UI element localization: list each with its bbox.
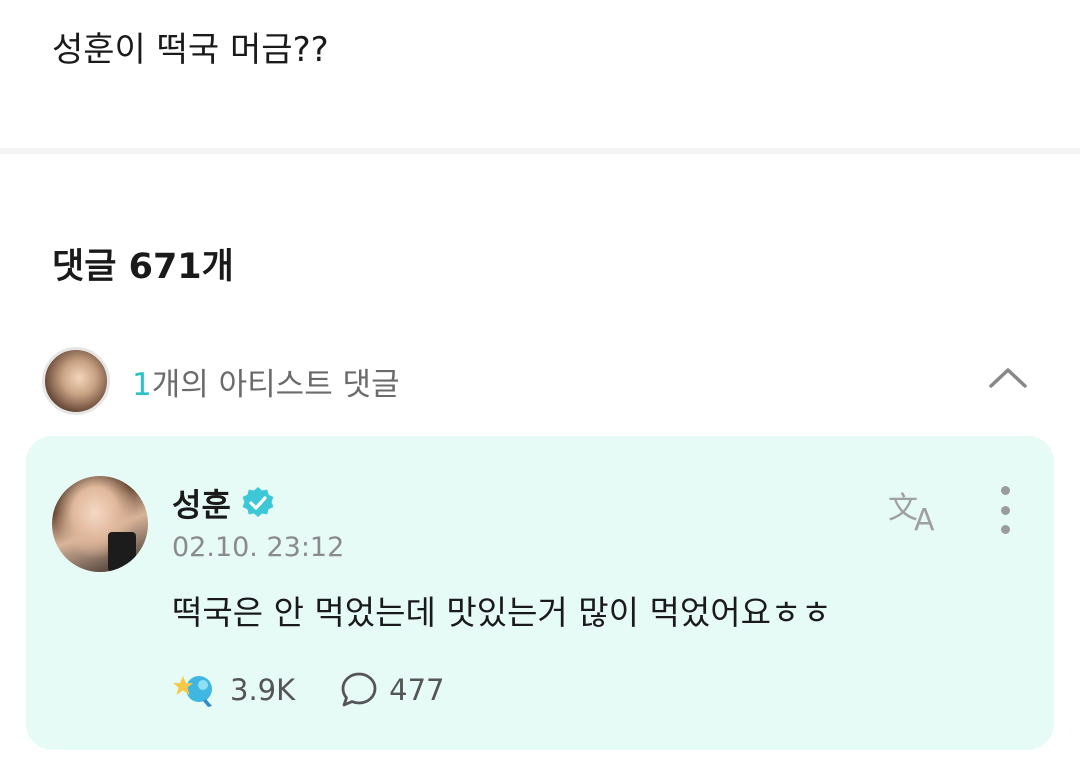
section-divider — [0, 148, 1080, 154]
collapse-button[interactable] — [986, 355, 1030, 399]
more-vertical-icon[interactable] — [992, 486, 1018, 534]
comment-timestamp: 02.10. 23:12 — [172, 532, 345, 563]
commenter-name-row: 성훈 — [172, 480, 275, 526]
like-count: 3.9K — [230, 673, 296, 707]
artist-comments-summary: 1개의 아티스트 댓글 — [132, 359, 400, 404]
reply-button[interactable]: 477 — [339, 670, 445, 710]
speech-bubble-icon — [341, 672, 377, 707]
like-icon — [173, 676, 212, 707]
chevron-up-icon — [989, 368, 1027, 388]
avatar-phone-detail — [108, 532, 136, 572]
artist-comment-card: 성훈 02.10. 23:12 文 A 떡국은 안 먹었는데 맛있는거 많이 먹… — [26, 436, 1054, 750]
translate-icon[interactable]: 文 A — [886, 484, 946, 534]
like-button[interactable]: 3.9K — [172, 670, 295, 710]
comment-reactions: 3.9K 477 — [172, 668, 445, 712]
verified-badge-icon — [242, 487, 274, 517]
commenter-name[interactable]: 성훈 — [172, 480, 231, 526]
more-dot — [1000, 486, 1010, 495]
reply-count: 477 — [389, 673, 445, 707]
svg-text:A: A — [914, 503, 935, 534]
comment-count-title: 댓글 671개 — [52, 247, 234, 287]
post-text: 성훈이 떡국 머금?? — [52, 30, 329, 70]
comment-body: 떡국은 안 먹었는데 맛있는거 많이 먹었어요ㅎㅎ — [172, 593, 832, 632]
commenter-avatar[interactable] — [52, 476, 148, 572]
artist-comments-count: 1 — [132, 366, 152, 403]
artist-avatar — [42, 347, 110, 415]
more-dot — [1000, 525, 1010, 534]
artist-comments-label: 개의 아티스트 댓글 — [151, 366, 400, 403]
more-dot — [1000, 505, 1010, 515]
artist-comments-toggle[interactable]: 1개의 아티스트 댓글 — [42, 345, 1038, 417]
